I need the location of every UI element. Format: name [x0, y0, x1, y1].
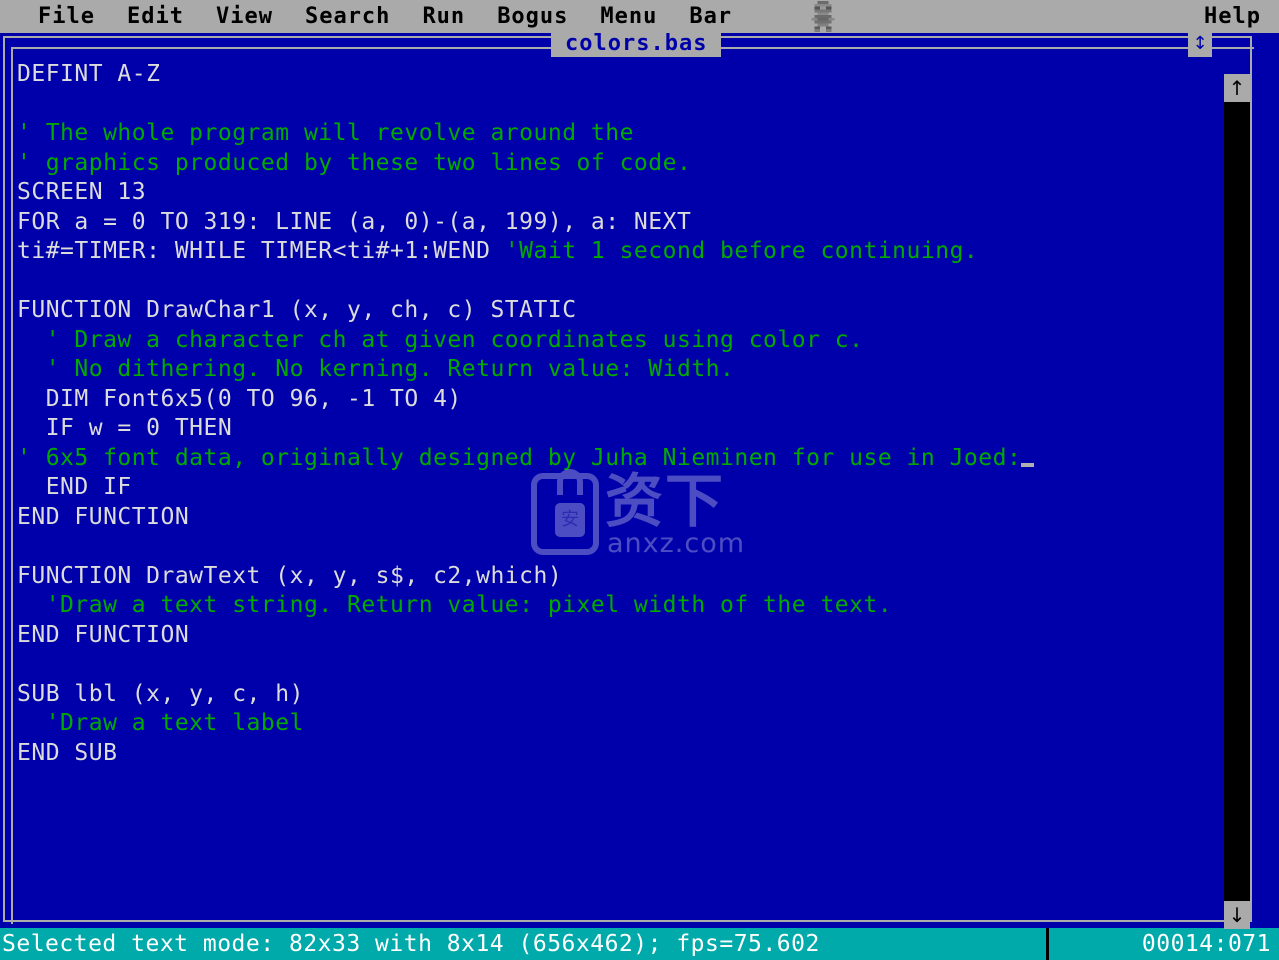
menu-item-file[interactable]: File	[22, 0, 111, 33]
code-token: SUB lbl (x, y, c, h)	[17, 680, 304, 707]
code-line: END IF	[17, 473, 1233, 503]
code-line: ' The whole program will revolve around …	[17, 119, 1233, 149]
vertical-scrollbar[interactable]: ↑ ↓	[1224, 74, 1250, 929]
code-line: ' Draw a character ch at given coordinat…	[17, 326, 1233, 356]
code-line: END FUNCTION	[17, 621, 1233, 651]
menu-item-edit[interactable]: Edit	[111, 0, 200, 33]
qbasic-ide-window: File Edit View Search Run Bogus Menu Bar	[0, 0, 1279, 960]
status-message: Selected text mode: 82x33 with 8x14 (656…	[2, 931, 820, 957]
menu-item-bar[interactable]: Bar	[673, 0, 748, 33]
scroll-down-arrow-icon[interactable]: ↓	[1224, 901, 1250, 929]
window-resize-icon[interactable]: ↕	[1188, 30, 1212, 57]
code-line: END SUB	[17, 739, 1233, 769]
code-line: DEFINT A-Z	[17, 60, 1233, 90]
menu-item-bogus[interactable]: Bogus	[481, 0, 584, 33]
code-comment: ' graphics produced by these two lines o…	[17, 149, 692, 176]
scroll-up-arrow-icon[interactable]: ↑	[1224, 74, 1250, 102]
code-line: ' 6x5 font data, originally designed by …	[17, 444, 1233, 474]
menu-item-view[interactable]: View	[200, 0, 289, 33]
window-title: colors.bas	[551, 30, 722, 57]
code-token: IF w = 0 THEN	[17, 415, 233, 441]
code-comment: 'Draw a text label	[17, 710, 304, 736]
code-token: FOR a = 0 TO 319: LINE (a, 0)-(a, 199), …	[17, 208, 692, 235]
code-token: END FUNCTION	[17, 621, 190, 648]
menu-item-menu[interactable]: Menu	[584, 0, 673, 33]
code-editor-area[interactable]: DEFINT A-Z ' The whole program will revo…	[17, 60, 1233, 920]
code-line: FUNCTION DrawChar1 (x, y, ch, c) STATIC	[17, 296, 1233, 326]
status-bar: Selected text mode: 82x33 with 8x14 (656…	[0, 928, 1279, 960]
code-line: SCREEN 13	[17, 178, 1233, 208]
character-sprite-icon	[808, 1, 838, 32]
code-line: ' graphics produced by these two lines o…	[17, 149, 1233, 179]
code-line: ' No dithering. No kerning. Return value…	[17, 355, 1233, 385]
code-comment: 'Draw a text string. Return value: pixel…	[17, 592, 893, 618]
code-line: IF w = 0 THEN	[17, 414, 1233, 444]
code-line: ti#=TIMER: WHILE TIMER<ti#+1:WEND 'Wait …	[17, 237, 1233, 267]
code-token: FUNCTION DrawText (x, y, s$, c2,which)	[17, 562, 563, 589]
code-line: SUB lbl (x, y, c, h)	[17, 680, 1233, 710]
code-comment: 'Wait 1 second before continuing.	[504, 238, 979, 264]
code-comment: ' 6x5 font data, originally designed by …	[17, 444, 1022, 471]
code-comment: ' No dithering. No kerning. Return value…	[17, 356, 735, 382]
menu-item-search[interactable]: Search	[289, 0, 406, 33]
code-line: 'Draw a text label	[17, 709, 1233, 739]
code-line: FOR a = 0 TO 319: LINE (a, 0)-(a, 199), …	[17, 208, 1233, 238]
menu-item-help[interactable]: Help	[1188, 0, 1279, 33]
code-token: END IF	[17, 474, 132, 500]
code-token: DIM Font6x5(0 TO 96, -1 TO 4)	[17, 385, 462, 412]
editor-window: colors.bas ↕ DEFINT A-Z ' The whole prog…	[0, 30, 1279, 929]
code-line: DIM Font6x5(0 TO 96, -1 TO 4)	[17, 385, 1233, 415]
code-token: FUNCTION DrawChar1 (x, y, ch, c) STATIC	[17, 297, 577, 323]
code-line: FUNCTION DrawText (x, y, s$, c2,which)	[17, 562, 1233, 592]
code-comment: ' Draw a character ch at given coordinat…	[17, 326, 864, 353]
code-line: END FUNCTION	[17, 503, 1233, 533]
window-frame: colors.bas ↕ DEFINT A-Z ' The whole prog…	[3, 30, 1254, 929]
code-token: END FUNCTION	[17, 503, 190, 530]
code-token: ti#=TIMER: WHILE TIMER<ti#+1:WEND	[17, 238, 505, 264]
code-comment: ' The whole program will revolve around …	[17, 120, 634, 146]
status-cursor-position: 00014:071	[1141, 931, 1271, 957]
menu-bar: File Edit View Search Run Bogus Menu Bar	[0, 0, 1279, 33]
code-token: DEFINT A-Z	[17, 61, 161, 87]
text-cursor	[1021, 462, 1035, 467]
code-line: 'Draw a text string. Return value: pixel…	[17, 591, 1233, 621]
code-token: END SUB	[17, 739, 118, 766]
code-token: SCREEN 13	[17, 179, 147, 205]
menu-item-run[interactable]: Run	[406, 0, 481, 33]
